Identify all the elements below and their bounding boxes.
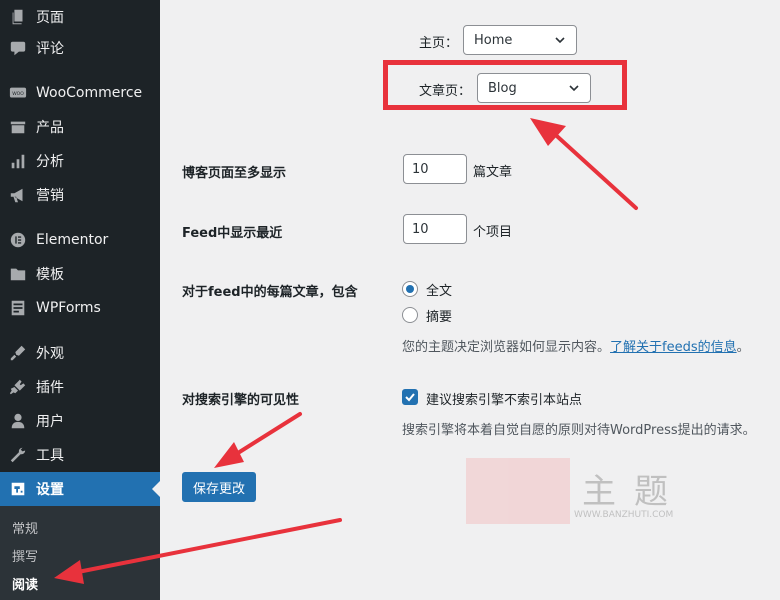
submenu-item-writing[interactable]: 撰写 <box>12 546 38 565</box>
menu-item-label: WPForms <box>36 300 101 316</box>
save-changes-button[interactable]: 保存更改 <box>182 472 256 502</box>
excerpt-radio[interactable] <box>402 307 418 323</box>
wpforms-icon <box>0 299 36 317</box>
homepage-label: 主页： <box>419 36 459 51</box>
menu-item-pages[interactable]: 页面 <box>0 0 160 34</box>
menu-item-label: 模板 <box>36 267 64 283</box>
menu-item-label: 分析 <box>36 154 64 170</box>
feed-content-label: 对于feed中的每篇文章，包含 <box>182 285 358 300</box>
arrow-to-posts-page <box>546 126 638 210</box>
search-description: 搜索引擎将本着自觉自愿的原则对待WordPress提出的请求。 <box>402 423 756 438</box>
tools-icon <box>0 446 36 464</box>
elementor-icon <box>0 231 36 249</box>
comments-icon <box>0 39 36 57</box>
menu-item-settings[interactable]: 设置 <box>0 472 160 506</box>
posts-page-label: 文章页： <box>419 84 472 99</box>
svg-text:WOO: WOO <box>12 91 24 97</box>
arrow-to-save-button <box>228 412 302 460</box>
submenu-item-reading[interactable]: 阅读 <box>12 574 38 593</box>
pages-icon <box>0 8 36 26</box>
menu-item-tools[interactable]: 工具 <box>0 438 160 472</box>
menu-item-elementor[interactable]: Elementor <box>0 223 160 257</box>
menu-item-templates[interactable]: 模板 <box>0 257 160 291</box>
menu-item-wpforms[interactable]: WPForms <box>0 291 160 325</box>
menu-item-products[interactable]: 产品 <box>0 110 160 144</box>
watermark-logo: 主题 WWW.BANZHUTI.COM <box>466 458 706 524</box>
menu-item-woocommerce[interactable]: WOO WooCommerce <box>0 76 160 110</box>
homepage-select[interactable]: Home <box>463 25 577 55</box>
chevron-down-icon <box>569 85 579 92</box>
menu-item-plugins[interactable]: 插件 <box>0 370 160 404</box>
feed-count-label: Feed中显示最近 <box>182 226 283 241</box>
posts-page-select[interactable]: Blog <box>477 73 591 103</box>
products-icon <box>0 118 36 136</box>
menu-item-appearance[interactable]: 外观 <box>0 336 160 370</box>
search-visibility-label: 对搜索引擎的可见性 <box>182 393 300 408</box>
submenu-item-general[interactable]: 常规 <box>12 518 38 537</box>
blog-pages-unit: 篇文章 <box>473 165 513 180</box>
templates-icon <box>0 265 36 283</box>
menu-item-label: Elementor <box>36 232 109 248</box>
menu-item-label: 外观 <box>36 346 64 362</box>
arrow-head-posts-page <box>530 118 566 146</box>
menu-item-comments[interactable]: 评论 <box>0 31 160 65</box>
discourage-search-label[interactable]: 建议搜索引擎不索引本站点 <box>426 389 582 408</box>
blog-pages-label: 博客页面至多显示 <box>182 166 287 181</box>
feed-description-end: 。 <box>736 340 750 355</box>
active-caret <box>152 481 160 497</box>
feed-count-input[interactable]: 10 <box>403 214 467 244</box>
menu-item-users[interactable]: 用户 <box>0 404 160 438</box>
chevron-down-icon <box>555 37 565 44</box>
feed-count-unit: 个项目 <box>473 225 513 240</box>
menu-item-marketing[interactable]: 营销 <box>0 178 160 212</box>
arrow-head-save-button <box>214 442 244 468</box>
menu-item-label: 产品 <box>36 120 64 136</box>
watermark-text: 主题 <box>582 472 686 512</box>
menu-item-label: 用户 <box>36 414 64 430</box>
settings-submenu: 常规 撰写 阅读 <box>0 506 160 600</box>
settings-icon <box>0 480 36 498</box>
admin-sidebar: 页面 评论 WOO WooCommerce 产品 分析 营销 Elementor… <box>0 0 160 600</box>
full-text-option-label[interactable]: 全文 <box>426 280 452 299</box>
menu-item-label: 营销 <box>36 188 64 204</box>
feed-description-text: 您的主题决定浏览器如何显示内容。 <box>402 340 611 355</box>
analytics-icon <box>0 152 36 170</box>
blog-pages-input[interactable]: 10 <box>403 154 467 184</box>
homepage-select-value: Home <box>474 32 513 48</box>
appearance-icon <box>0 344 36 362</box>
discourage-search-checkbox[interactable] <box>402 389 418 405</box>
marketing-icon <box>0 186 36 204</box>
menu-item-analytics[interactable]: 分析 <box>0 144 160 178</box>
menu-item-label: 插件 <box>36 380 64 396</box>
checkmark-icon <box>405 393 415 402</box>
users-icon <box>0 412 36 430</box>
feeds-info-link[interactable]: 了解关于feeds的信息 <box>610 340 737 355</box>
menu-item-label: 评论 <box>36 41 64 57</box>
plugins-icon <box>0 378 36 396</box>
woocommerce-icon: WOO <box>0 84 36 102</box>
excerpt-option-label[interactable]: 摘要 <box>426 306 452 325</box>
posts-page-select-value: Blog <box>488 80 517 96</box>
watermark-seal <box>466 458 570 524</box>
menu-item-label: WooCommerce <box>36 85 143 101</box>
menu-item-label: 工具 <box>36 448 64 464</box>
full-text-radio[interactable] <box>402 281 418 297</box>
menu-item-label: 页面 <box>36 10 64 26</box>
watermark-url: WWW.BANZHUTI.COM <box>574 510 674 520</box>
menu-item-label: 设置 <box>36 482 64 498</box>
feed-description: 您的主题决定浏览器如何显示内容。了解关于feeds的信息。 <box>402 336 750 355</box>
